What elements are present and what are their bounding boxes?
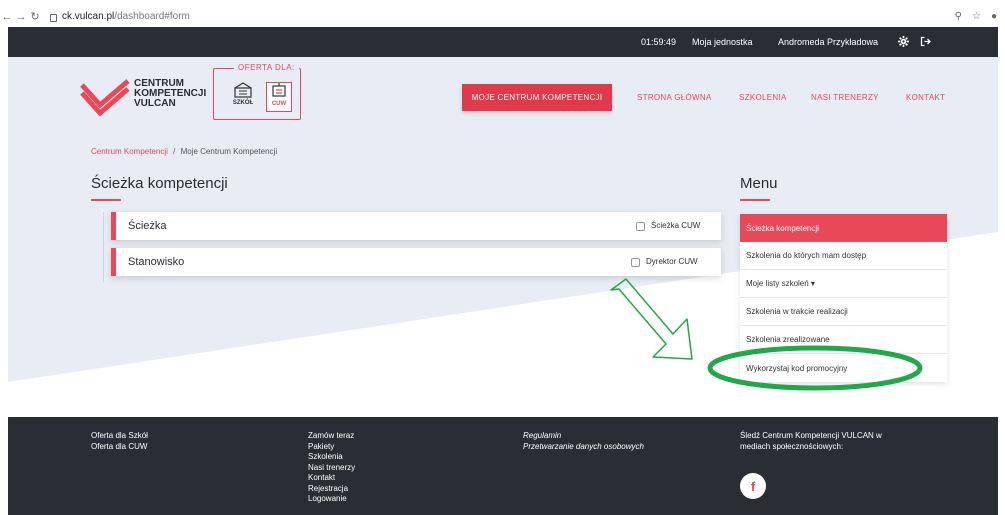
footer-link-login[interactable]: Logowanie bbox=[308, 494, 355, 505]
offer-schools-label: SZKÓŁ bbox=[232, 100, 254, 106]
lock-icon bbox=[50, 13, 57, 22]
logo-line-3: VULCAN bbox=[134, 98, 176, 109]
footer-link-trainings[interactable]: Szkolenia bbox=[308, 452, 355, 463]
footer-col-links: Zamów teraz Pakiety Szkolenia Nasi trene… bbox=[308, 431, 355, 505]
menu-item-my-training-lists[interactable]: Moje listy szkoleń ▾ bbox=[740, 270, 947, 298]
footer-col-legal: Regulamin Przetwarzanie danych osobowych bbox=[523, 431, 644, 452]
footer-link-packages[interactable]: Pakiety bbox=[308, 442, 355, 453]
forward-icon[interactable]: → bbox=[14, 11, 28, 23]
browser-bar: ← → ↻ ck.vulcan.pl/dashboard#form ⚲ ☆ ● bbox=[0, 6, 1005, 27]
breadcrumb-parent-link[interactable]: Centrum Kompetencji bbox=[91, 147, 168, 156]
bookmark-star-icon[interactable]: ☆ bbox=[972, 11, 981, 22]
site-header: CENTRUM KOMPETENCJI VULCAN OFERTA DLA: S… bbox=[8, 57, 998, 132]
footer-social-line-1: Śledź Centrum Kompetencji VULCAN w bbox=[740, 431, 882, 440]
path-row-label: Ścieżka bbox=[128, 220, 167, 232]
footer-link-schools[interactable]: Oferta dla Szkół bbox=[91, 431, 148, 442]
top-utility-bar: 01:59:49 Moja jednostka Andromeda Przykł… bbox=[8, 27, 998, 57]
title-underline bbox=[91, 199, 121, 201]
cuw-icon bbox=[272, 83, 286, 97]
zoom-icon[interactable]: ⚲ bbox=[955, 11, 962, 22]
path-cuw-checkbox[interactable] bbox=[636, 222, 645, 231]
nav-contact-link[interactable]: KONTAKT bbox=[906, 93, 945, 102]
nav-trainings-link[interactable]: SZKOLENIA bbox=[739, 93, 787, 102]
footer-social-line-2: mediach społecznościowych: bbox=[740, 441, 844, 451]
nav-home-link[interactable]: STRONA GŁÓWNA bbox=[637, 93, 712, 102]
menu-item-trainings-in-progress[interactable]: Szkolenia w trakcie realizacji bbox=[740, 298, 947, 326]
facebook-icon[interactable]: f bbox=[740, 473, 766, 499]
url-path: /dashboard#form bbox=[114, 11, 190, 22]
breadcrumb-current: Moje Centrum Kompetencji bbox=[180, 147, 278, 156]
reload-icon[interactable]: ↻ bbox=[28, 10, 42, 23]
footer-col-offer: Oferta dla Szkół Oferta dla CUW bbox=[91, 431, 148, 452]
menu-item-available-trainings[interactable]: Szkolenia do których mam dostęp bbox=[740, 242, 947, 270]
my-competence-center-button[interactable]: MOJE CENTRUM KOMPETENCJI bbox=[462, 84, 612, 111]
path-cuw-checkbox-label[interactable]: Ścieżka CUW bbox=[651, 221, 700, 230]
menu-item-competence-path[interactable]: Ścieżka kompetencji bbox=[740, 214, 947, 242]
url-host: ck.vulcan.pl bbox=[62, 11, 115, 22]
nav-trainers-link[interactable]: NASI TRENERZY bbox=[811, 93, 879, 102]
timeline-line bbox=[103, 212, 104, 282]
offer-schools[interactable]: SZKÓŁ bbox=[230, 82, 256, 112]
menu-item-promo-code[interactable]: Wykorzystaj kod promocyjny bbox=[740, 354, 947, 382]
breadcrumb: Centrum Kompetencji / Moje Centrum Kompe… bbox=[91, 147, 277, 156]
director-cuw-checkbox-label[interactable]: Dyrektor CUW bbox=[646, 257, 698, 266]
vulcan-logo-mark-icon bbox=[80, 79, 130, 117]
gear-icon[interactable] bbox=[896, 34, 910, 48]
school-icon bbox=[234, 82, 252, 98]
offer-cuw[interactable]: CUW bbox=[266, 82, 292, 112]
menu-title: Menu bbox=[740, 175, 778, 192]
footer-link-register[interactable]: Rejestracja bbox=[308, 484, 355, 495]
session-timer: 01:59:49 bbox=[641, 37, 677, 47]
page-title: Ścieżka kompetencji bbox=[91, 175, 228, 192]
menu-item-completed-trainings[interactable]: Szkolenia zrealizowane bbox=[740, 326, 947, 354]
footer-social-text: Śledź Centrum Kompetencji VULCAN w media… bbox=[740, 431, 882, 452]
footer-link-privacy[interactable]: Przetwarzanie danych osobowych bbox=[523, 442, 644, 453]
offer-label: OFERTA DLA: bbox=[234, 63, 299, 72]
unit-link[interactable]: Moja jednostka bbox=[692, 37, 753, 47]
profile-icon[interactable]: ● bbox=[991, 11, 997, 22]
vulcan-logo[interactable]: CENTRUM KOMPETENCJI VULCAN bbox=[80, 77, 210, 117]
footer-link-terms[interactable]: Regulamin bbox=[523, 431, 644, 442]
position-row-label: Stanowisko bbox=[128, 256, 185, 268]
side-menu: Ścieżka kompetencji Szkolenia do których… bbox=[740, 214, 947, 382]
site-footer: Oferta dla Szkół Oferta dla CUW Zamów te… bbox=[8, 417, 998, 515]
logout-icon[interactable] bbox=[919, 34, 933, 48]
user-name[interactable]: Andromeda Przykładowa bbox=[778, 37, 878, 47]
breadcrumb-separator: / bbox=[173, 147, 176, 156]
footer-link-contact[interactable]: Kontakt bbox=[308, 473, 355, 484]
path-row[interactable]: Ścieżka Ścieżka CUW bbox=[111, 212, 721, 240]
address-bar[interactable]: ck.vulcan.pl/dashboard#form bbox=[50, 11, 190, 22]
menu-underline bbox=[740, 199, 770, 201]
logo-text: CENTRUM KOMPETENCJI VULCAN bbox=[134, 79, 206, 109]
footer-link-cuw[interactable]: Oferta dla CUW bbox=[91, 442, 148, 453]
offer-box: OFERTA DLA: SZKÓŁ CUW bbox=[213, 63, 301, 120]
main-content: Centrum Kompetencji / Moje Centrum Kompe… bbox=[8, 132, 998, 417]
director-cuw-checkbox[interactable] bbox=[631, 258, 640, 267]
back-icon[interactable]: ← bbox=[0, 11, 14, 23]
position-row[interactable]: Stanowisko Dyrektor CUW bbox=[111, 248, 721, 276]
footer-link-order[interactable]: Zamów teraz bbox=[308, 431, 355, 442]
footer-link-trainers[interactable]: Nasi trenerzy bbox=[308, 463, 355, 474]
offer-cuw-label: CUW bbox=[271, 101, 287, 107]
